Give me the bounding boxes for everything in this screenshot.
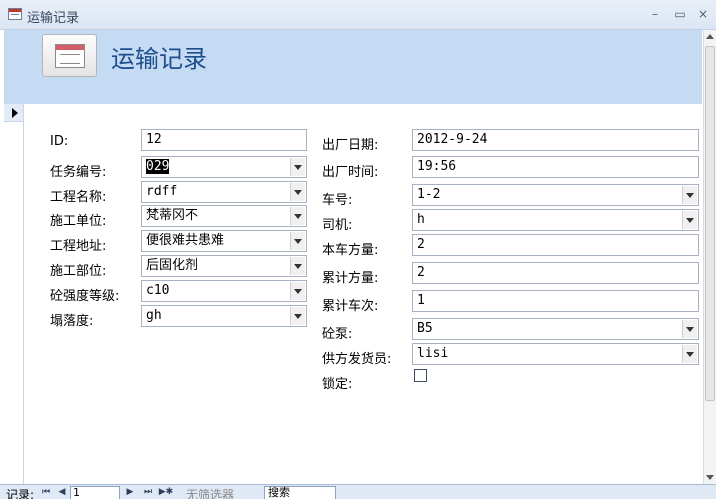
form-title: 运输记录 bbox=[111, 45, 207, 73]
chevron-down-icon[interactable] bbox=[290, 207, 305, 225]
id-label: ID: bbox=[50, 134, 69, 149]
vehicle-number-combo[interactable]: 1-2 bbox=[412, 184, 699, 206]
id-field[interactable]: 12 bbox=[141, 129, 307, 151]
slump-combo[interactable]: gh bbox=[141, 305, 307, 327]
cumulative-volume-field[interactable]: 2 bbox=[412, 262, 699, 284]
supplier-shipper-label: 供方发货员: bbox=[322, 352, 392, 367]
construction-part-label: 施工部位: bbox=[50, 264, 107, 279]
vehicle-number-label: 车号: bbox=[322, 193, 353, 208]
concrete-pump-label: 砼泵: bbox=[322, 327, 353, 342]
new-record-icon[interactable]: ▶✱ bbox=[158, 486, 174, 499]
project-name-combo[interactable]: rdff bbox=[141, 181, 307, 203]
window-title-bar: 运输记录 – ▭ × bbox=[0, 0, 716, 30]
cumulative-trips-field[interactable]: 1 bbox=[412, 290, 699, 312]
project-address-value: 便很难共患难 bbox=[146, 233, 225, 248]
first-record-icon[interactable]: ⏮ bbox=[40, 486, 52, 499]
task-number-value: 029 bbox=[146, 159, 170, 174]
construction-unit-combo[interactable]: 梵蒂冈不 bbox=[141, 205, 307, 227]
cumulative-volume-label: 累计方量: bbox=[322, 271, 379, 286]
slump-label: 塌落度: bbox=[50, 314, 94, 329]
slump-value: gh bbox=[146, 308, 162, 323]
concrete-pump-value: B5 bbox=[417, 321, 433, 336]
chevron-down-icon[interactable] bbox=[290, 307, 305, 325]
factory-time-field[interactable]: 19:56 bbox=[412, 156, 699, 178]
chevron-down-icon[interactable] bbox=[682, 211, 697, 229]
task-number-label: 任务编号: bbox=[50, 165, 107, 180]
close-button[interactable]: × bbox=[694, 6, 712, 22]
last-record-icon[interactable]: ⏭ bbox=[142, 486, 154, 499]
scroll-up-icon[interactable] bbox=[706, 34, 714, 39]
chevron-down-icon[interactable] bbox=[290, 183, 305, 201]
construction-part-combo[interactable]: 后固化剂 bbox=[141, 255, 307, 277]
concrete-pump-combo[interactable]: B5 bbox=[412, 318, 699, 340]
chevron-down-icon[interactable] bbox=[290, 232, 305, 250]
restore-button[interactable]: ▭ bbox=[671, 6, 689, 22]
form-window-icon bbox=[8, 8, 22, 20]
concrete-grade-label: 砼强度等级: bbox=[50, 289, 120, 304]
chevron-down-icon[interactable] bbox=[290, 282, 305, 300]
window-title: 运输记录 bbox=[27, 11, 80, 26]
chevron-down-icon[interactable] bbox=[290, 257, 305, 275]
scroll-down-icon[interactable] bbox=[706, 475, 714, 480]
supplier-shipper-value: lisi bbox=[417, 346, 449, 361]
project-address-combo[interactable]: 便很难共患难 bbox=[141, 230, 307, 252]
record-selector-bar bbox=[4, 104, 24, 484]
locked-label: 锁定: bbox=[322, 377, 353, 392]
previous-record-icon[interactable]: ◀ bbox=[56, 486, 68, 499]
minimize-button[interactable]: – bbox=[646, 6, 664, 22]
record-selector-arrow-icon[interactable] bbox=[4, 104, 24, 122]
form-header: 运输记录 bbox=[4, 30, 702, 104]
filter-status-button[interactable]: 无筛选器 bbox=[186, 486, 234, 499]
task-number-combo[interactable]: 029 bbox=[141, 156, 307, 178]
project-name-label: 工程名称: bbox=[50, 190, 107, 205]
project-address-label: 工程地址: bbox=[50, 239, 107, 254]
driver-label: 司机: bbox=[322, 218, 353, 233]
construction-part-value: 后固化剂 bbox=[146, 258, 199, 273]
record-navigation-bar: 记录: ⏮ ◀ 1 ▶ ⏭ ▶✱ 无筛选器 搜索 bbox=[0, 484, 716, 499]
construction-unit-value: 梵蒂冈不 bbox=[146, 208, 199, 223]
factory-time-label: 出厂时间: bbox=[322, 165, 379, 180]
current-record-input[interactable]: 1 bbox=[70, 486, 120, 499]
factory-date-label: 出厂日期: bbox=[322, 138, 379, 153]
scroll-thumb[interactable] bbox=[705, 46, 715, 401]
truck-volume-field[interactable]: 2 bbox=[412, 234, 699, 256]
locked-checkbox[interactable] bbox=[414, 369, 427, 382]
chevron-down-icon[interactable] bbox=[682, 345, 697, 363]
vertical-scrollbar[interactable] bbox=[703, 30, 716, 484]
record-label: 记录: bbox=[6, 488, 35, 499]
chevron-down-icon[interactable] bbox=[682, 320, 697, 338]
driver-combo[interactable]: h bbox=[412, 209, 699, 231]
next-record-icon[interactable]: ▶ bbox=[124, 486, 136, 499]
supplier-shipper-combo[interactable]: lisi bbox=[412, 343, 699, 365]
search-input[interactable]: 搜索 bbox=[264, 486, 336, 499]
chevron-down-icon[interactable] bbox=[290, 158, 305, 176]
cumulative-trips-label: 累计车次: bbox=[322, 299, 379, 314]
project-name-value: rdff bbox=[146, 184, 178, 199]
construction-unit-label: 施工单位: bbox=[50, 214, 107, 229]
chevron-down-icon[interactable] bbox=[682, 186, 697, 204]
vehicle-number-value: 1-2 bbox=[417, 187, 441, 202]
factory-date-field[interactable]: 2012-9-24 bbox=[412, 129, 699, 151]
truck-volume-label: 本车方量: bbox=[322, 243, 379, 258]
driver-value: h bbox=[417, 212, 425, 227]
concrete-grade-value: c10 bbox=[146, 283, 170, 298]
form-logo-icon bbox=[42, 34, 97, 77]
concrete-grade-combo[interactable]: c10 bbox=[141, 280, 307, 302]
